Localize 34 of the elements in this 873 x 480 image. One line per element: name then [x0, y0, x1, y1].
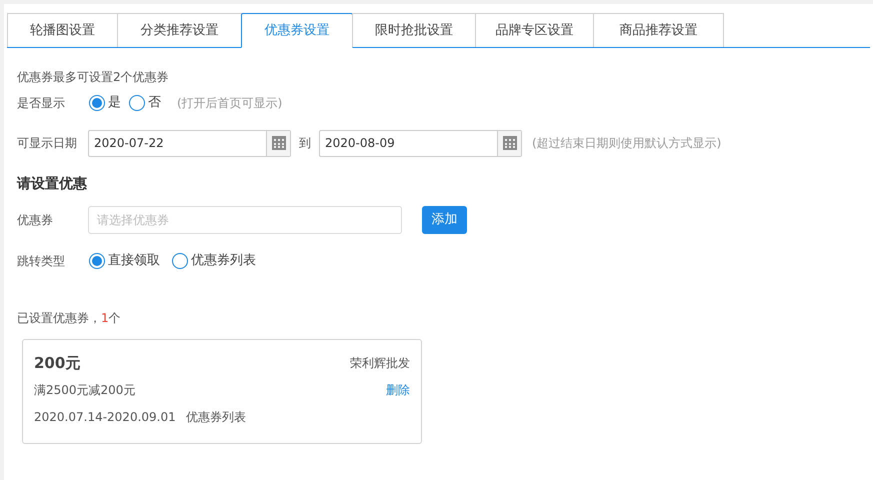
radio-option[interactable]: 直接领取 — [89, 251, 160, 271]
summary-text: 已设置优惠券，1个 — [17, 311, 121, 325]
radio-option[interactable]: 优惠券列表 — [172, 251, 256, 271]
shop-name: 荣利辉批发 — [350, 355, 410, 372]
separator-text: 到 — [299, 135, 311, 152]
hint-text: (超过结束日期则使用默认方式显示) — [532, 135, 722, 152]
field-label: 优惠券 — [17, 212, 54, 229]
hint-text: (打开后首页可显示) — [177, 95, 282, 112]
add-button[interactable]: 添加 — [422, 206, 467, 234]
date-field[interactable]: 2020-08-09 — [319, 130, 522, 156]
field-label: 是否显示 — [17, 95, 66, 112]
field-label: 跳转类型 — [17, 253, 66, 270]
tab[interactable]: 商品推荐设置 — [593, 13, 724, 47]
calendar-icon[interactable] — [502, 135, 518, 151]
coupon-period: 2020.07.14-2020.09.01 — [34, 409, 176, 426]
coupon-select-field[interactable]: 请选择优惠券 — [88, 206, 402, 234]
coupon-amount: 200元 — [34, 352, 80, 374]
tab[interactable]: 优惠券设置 — [241, 13, 353, 48]
radio-button[interactable] — [129, 95, 145, 111]
radio-option[interactable]: 否 — [129, 93, 161, 113]
radio-button[interactable] — [172, 253, 188, 269]
tab[interactable]: 轮播图设置 — [7, 13, 118, 47]
coupon-rule: 满2500元减200元 — [34, 382, 136, 399]
radio-button[interactable] — [89, 95, 105, 111]
field-label: 可显示日期 — [17, 135, 78, 152]
radio-option[interactable]: 是 — [89, 93, 121, 113]
note-text: 优惠券最多可设置2个优惠券 — [17, 69, 170, 86]
date-field[interactable]: 2020-07-22 — [88, 130, 291, 156]
section-title: 请设置优惠 — [17, 175, 88, 194]
jump-type-text: 优惠券列表 — [186, 409, 246, 426]
delete-link[interactable]: 删除 — [386, 381, 410, 399]
radio-button[interactable] — [89, 253, 105, 269]
calendar-icon[interactable] — [270, 135, 286, 151]
tab[interactable]: 限时抢批设置 — [352, 13, 476, 47]
